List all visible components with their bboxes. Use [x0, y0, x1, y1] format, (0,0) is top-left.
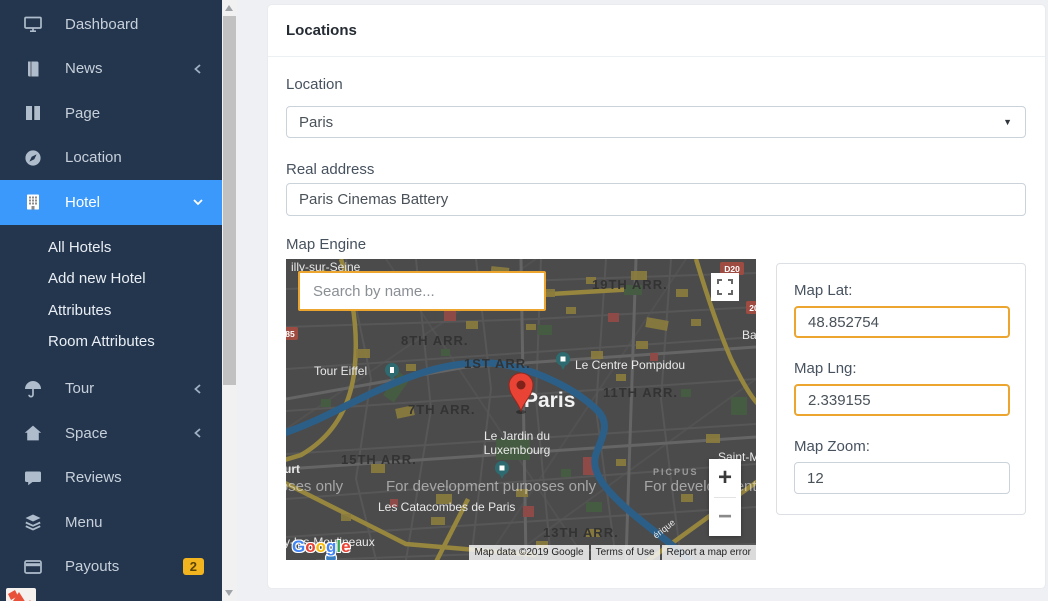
report-map-error-link[interactable]: Report a map error — [662, 545, 756, 560]
terms-of-use-link[interactable]: Terms of Use — [591, 545, 660, 560]
map-label-arr15: 15TH ARR. — [341, 452, 417, 467]
map-label-picpus: PICPUS — [653, 467, 699, 477]
fullscreen-button[interactable] — [711, 273, 739, 301]
map-coordinates-panel: Map Lat: Map Lng: Map Zoom: — [776, 263, 1026, 515]
location-label: Location — [286, 76, 343, 93]
sidebar-item-label: Menu — [65, 514, 204, 531]
sidebar-item-partial[interactable] — [0, 588, 222, 601]
sidebar-item-menu[interactable]: Menu — [0, 500, 222, 545]
compass-icon — [23, 148, 43, 168]
sidebar-item-dashboard[interactable]: Dashboard — [0, 2, 222, 47]
zoom-in-button[interactable]: + — [709, 459, 741, 497]
map-label-luxembourg-1: Le Jardin du — [484, 429, 550, 443]
umbrella-icon — [23, 379, 43, 399]
page-title: Locations — [286, 22, 357, 39]
scrollbar-up-arrow[interactable] — [225, 5, 233, 11]
map-canvas[interactable]: 8TH ARR. 19TH ARR. 1ST ARR. 11TH ARR. 7T… — [286, 259, 756, 560]
credit-card-icon — [23, 557, 43, 577]
map-label-pompidou: Le Centre Pompidou — [575, 358, 685, 372]
zoom-out-button[interactable]: − — [709, 498, 741, 536]
chat-bubble-icon — [23, 468, 43, 488]
submenu-item-room-attributes[interactable]: Room Attributes — [0, 326, 222, 358]
map-label-urt: urt — [286, 462, 300, 476]
map-label-luxembourg-2: Luxembourg — [484, 443, 551, 457]
sidebar: Dashboard News Page Location — [0, 0, 222, 601]
page-scrollbar[interactable] — [222, 0, 237, 601]
sidebar-item-label: Page — [65, 105, 204, 122]
book-icon — [23, 103, 43, 123]
map-lng-input[interactable] — [794, 384, 1010, 416]
map-zoom-control: + − — [709, 459, 741, 536]
chevron-left-icon — [192, 427, 204, 439]
map-label-arr1: 1ST ARR. — [464, 356, 531, 371]
submenu-item-add-new-hotel[interactable]: Add new Hotel — [0, 263, 222, 295]
location-select-value: Paris — [299, 114, 333, 131]
building-icon — [23, 192, 43, 212]
road-badge-20: 20 — [749, 303, 756, 313]
sidebar-item-tour[interactable]: Tour — [0, 367, 222, 412]
map-engine-label: Map Engine — [286, 236, 366, 253]
sidebar-item-label: Payouts — [65, 558, 173, 575]
submenu-item-all-hotels[interactable]: All Hotels — [0, 232, 222, 264]
news-icon — [23, 59, 43, 79]
map-lat-label: Map Lat: — [794, 282, 852, 299]
map-lng-label: Map Lng: — [794, 360, 857, 377]
dev-watermark: For development purposes only — [386, 478, 597, 495]
sidebar-item-hotel[interactable]: Hotel — [0, 180, 222, 225]
map-label-arr8: 8TH ARR. — [401, 333, 468, 348]
hotel-submenu: All Hotels Add new Hotel Attributes Room… — [0, 225, 222, 367]
map-label-arr11: 11TH ARR. — [603, 385, 678, 400]
chevron-left-icon — [192, 383, 204, 395]
sidebar-item-news[interactable]: News — [0, 47, 222, 92]
sidebar-item-location[interactable]: Location — [0, 136, 222, 181]
dev-watermark: For development purposes only — [286, 478, 344, 495]
google-logo[interactable]: Google — [292, 537, 351, 557]
real-address-input[interactable] — [286, 183, 1026, 216]
sidebar-item-page[interactable]: Page — [0, 91, 222, 136]
map-zoom-label: Map Zoom: — [794, 438, 870, 455]
location-select[interactable]: Paris ▼ — [286, 106, 1026, 138]
sidebar-item-space[interactable]: Space — [0, 411, 222, 456]
select-arrow-icon: ▼ — [1003, 117, 1012, 127]
layers-icon — [23, 512, 43, 532]
monitor-icon — [23, 14, 43, 34]
scrollbar-down-arrow[interactable] — [225, 590, 233, 596]
map-lat-input[interactable] — [794, 306, 1010, 338]
sidebar-item-reviews[interactable]: Reviews — [0, 456, 222, 501]
home-icon — [23, 423, 43, 443]
payouts-count-badge: 2 — [183, 558, 204, 575]
locations-card: Locations Location Paris ▼ Real address … — [267, 4, 1046, 589]
map-label-ba: Ba — [742, 328, 756, 342]
sidebar-item-label: Reviews — [65, 469, 204, 486]
sidebar-item-label: Location — [65, 149, 204, 166]
map-zoom-input[interactable] — [794, 462, 1010, 494]
road-badge-85: 85 — [286, 329, 295, 339]
fullscreen-icon — [716, 278, 734, 296]
map-search-input[interactable] — [298, 271, 546, 311]
sidebar-item-label: Tour — [65, 380, 192, 397]
map-label-catacombes: Les Catacombes de Paris — [378, 500, 515, 514]
card-header: Locations — [268, 5, 1045, 57]
map-data-credit: Map data ©2019 Google — [469, 545, 588, 560]
red-logo-icon — [6, 588, 36, 601]
chevron-left-icon — [192, 63, 204, 75]
map-attribution: Map data ©2019 Google Terms of Use Repor… — [467, 545, 756, 560]
app-window: Dashboard News Page Location — [0, 0, 1048, 601]
sidebar-item-label: Dashboard — [65, 16, 204, 33]
map-label-tour-eiffel: Tour Eiffel — [314, 364, 367, 378]
sidebar-item-payouts[interactable]: Payouts 2 — [0, 545, 222, 590]
sidebar-item-label: Hotel — [65, 194, 192, 211]
map-label-arr13: 13TH ARR. — [543, 525, 619, 540]
sidebar-item-label: News — [65, 60, 192, 77]
map-label-arr7: 7TH ARR. — [408, 402, 475, 417]
real-address-label: Real address — [286, 161, 374, 178]
scrollbar-thumb[interactable] — [223, 16, 236, 385]
chevron-down-icon — [192, 196, 204, 208]
map-label-arr19: 19TH ARR. — [592, 277, 668, 292]
sidebar-item-label: Space — [65, 425, 192, 442]
submenu-item-attributes[interactable]: Attributes — [0, 295, 222, 327]
